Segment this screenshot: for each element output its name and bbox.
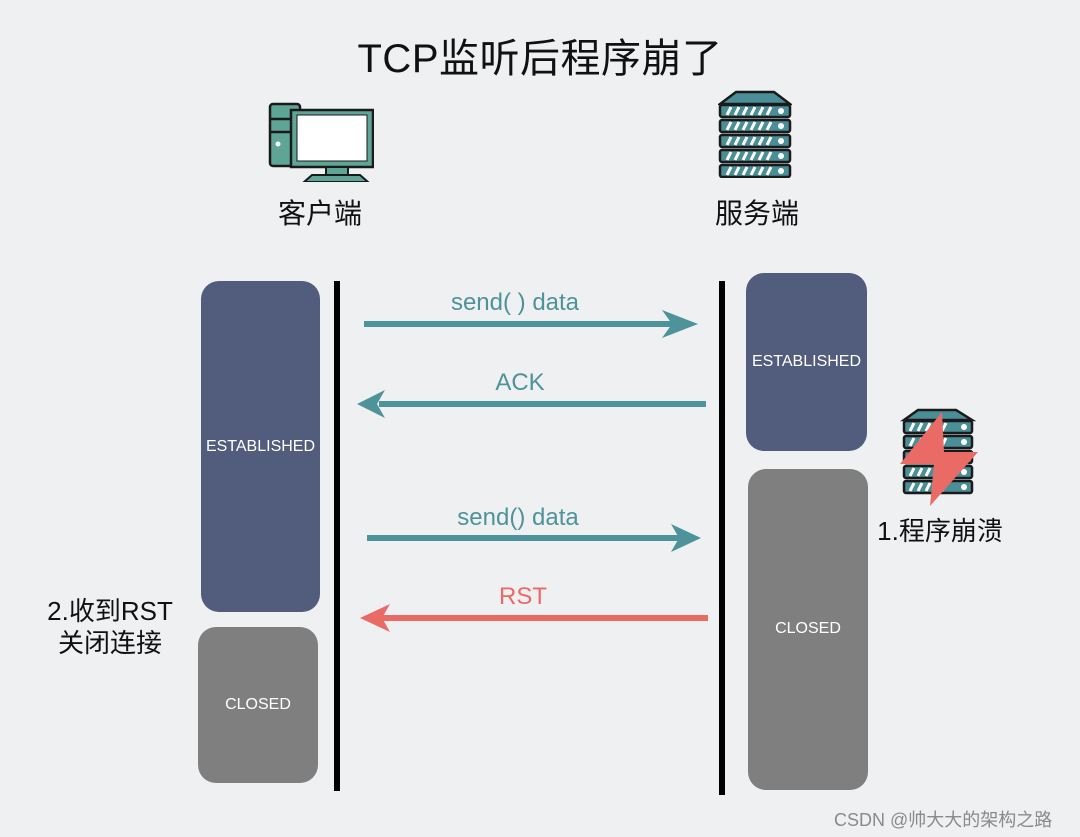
client-rst-note: 2.收到RST 关闭连接 (30, 595, 190, 659)
message-arrow-rst (360, 604, 708, 632)
server-state-closed: CLOSED (748, 469, 868, 790)
client-state-closed: CLOSED (198, 627, 318, 783)
server-label: 服务端 (714, 198, 799, 229)
server-state-closed-label: CLOSED (775, 620, 841, 637)
server-crash-note: 1.程序崩溃 (877, 516, 1003, 546)
computer-icon (268, 102, 374, 182)
server-lifeline (719, 281, 725, 795)
client-rst-note-line1: 2.收到RST (47, 596, 173, 626)
server-state-established-label: ESTABLISHED (751, 353, 862, 370)
client-rst-note-line2: 关闭连接 (57, 628, 162, 658)
diagram-title: TCP监听后程序崩了 (357, 37, 723, 81)
message-arrow-send-1 (364, 310, 698, 338)
client-lifeline (334, 281, 340, 791)
client-state-closed-label: CLOSED (225, 696, 291, 713)
message-arrow-ack (357, 390, 706, 418)
watermark: CSDN @帅大大的架构之路 (834, 810, 1053, 830)
server-state-established: ESTABLISHED (746, 273, 867, 451)
server-icon (718, 90, 792, 178)
client-state-established: ESTABLISHED (201, 281, 320, 612)
client-label: 客户端 (277, 198, 362, 229)
message-arrow-send-2 (367, 524, 701, 552)
client-state-established-label: ESTABLISHED (205, 437, 316, 455)
crashed-server-icon (900, 408, 978, 506)
